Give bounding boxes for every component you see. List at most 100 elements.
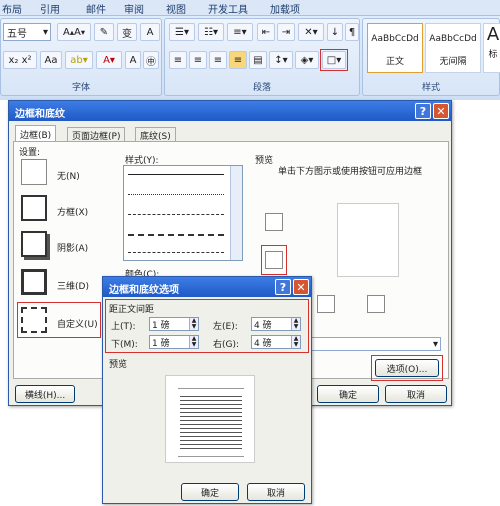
bullets-icon[interactable]: ☰▾ [169,23,195,41]
top-spinner[interactable]: 1 磅 ▲ ▼ [149,317,199,331]
style-dotted[interactable] [128,194,224,195]
multilevel-list-icon[interactable]: ≡▾ [227,23,253,41]
paragraph-group: ☰▾ ☷▾ ≡▾ ⇤ ⇥ ✕▾ ↓ ¶ ≡ ≡ ≡ ≡ ▤ ↕▾ ◈▾ □▾ 段… [164,18,360,96]
style-heading[interactable]: A 标 [483,23,500,73]
setting-none[interactable]: 无(N) [57,169,80,182]
preview-text-lines [180,396,242,452]
style-sample: AaBbCcDd [429,34,477,44]
style-sample: AaBbCcDd [371,34,419,44]
right-spinner[interactable]: 4 磅 ▲ ▼ [251,335,301,349]
style-normal[interactable]: AaBbCcDd 正文 [367,23,423,73]
right-border-icon[interactable] [367,295,385,313]
font-size-value: 五号 [7,28,27,40]
font-size-combo[interactable]: 五号 ▾ [3,23,51,41]
ribbon-tab-bar: 布局 引用 邮件 审阅 视图 开发工具 加载项 [0,0,500,16]
tab-view[interactable]: 视图 [166,1,186,16]
setting-none-icon[interactable] [21,159,47,185]
border-preview-page[interactable] [337,203,399,277]
setting-shadow[interactable]: 阴影(A) [57,241,88,254]
options-cancel-button[interactable]: 取消 [247,483,305,501]
char-border-icon[interactable]: A [140,23,160,41]
style-solid[interactable] [128,174,224,175]
setting-3d[interactable]: 三维(D) [57,279,89,292]
font-color-icon[interactable]: A▾ [96,51,122,69]
setting-box[interactable]: 方框(X) [57,205,88,218]
top-border-icon[interactable] [265,213,283,231]
style-no-spacing[interactable]: AaBbCcDd 无间隔 [425,23,481,73]
numbering-icon[interactable]: ☷▾ [198,23,224,41]
phonetic-icon[interactable]: 变 [117,23,137,41]
right-value: 4 磅 [254,338,272,349]
setting-shadow-icon[interactable] [21,231,47,257]
align-right-icon[interactable]: ≡ [209,51,227,69]
style-name: 正文 [385,57,404,67]
sort-icon[interactable]: ↓ [327,23,343,41]
bottom-value: 1 磅 [152,338,170,349]
clear-format-icon[interactable]: ✎ [94,23,114,41]
spin-arrows-icon[interactable]: ▲ ▼ [291,318,300,330]
options-ok-button[interactable]: 确定 [181,483,239,501]
chinese-layout-icon[interactable]: ✕▾ [298,23,324,41]
tab-references[interactable]: 引用 [40,1,60,16]
style-dashed[interactable] [128,214,224,215]
tab-developer[interactable]: 开发工具 [208,1,248,16]
left-value: 4 磅 [254,320,272,331]
bottom-spinner[interactable]: 1 磅 ▲ ▼ [149,335,199,349]
highlight-icon[interactable]: ab▾ [65,51,93,69]
help-icon[interactable]: ? [415,103,431,119]
tab-addins[interactable]: 加载项 [270,1,300,16]
dialog-title-text: 边框和底纹 [15,109,65,120]
left-border-icon[interactable] [317,295,335,313]
close-icon[interactable]: ✕ [433,103,449,119]
justify-icon[interactable]: ≡ [229,51,247,69]
apply-to-combo[interactable]: ▾ [311,337,441,351]
options-dialog-title-text: 边框和底纹选项 [109,285,179,296]
subscript-superscript-button[interactable]: x₂ x² [3,51,37,69]
show-marks-icon[interactable]: ¶ [345,23,359,41]
spin-arrows-icon[interactable]: ▲ ▼ [189,318,198,330]
enclose-char-icon[interactable]: ㊥ [143,51,159,69]
chevron-down-icon: ▾ [42,26,48,38]
preview-top-border [178,388,244,389]
close-icon[interactable]: ✕ [293,279,309,295]
right-label: 右(G): [213,340,240,350]
font-group: 五号 ▾ A ▴ A ▾ ✎ 变 A x₂ x² Aa ab▾ A▾ A ㊥ 字体 [0,18,162,96]
custom-highlight [17,302,101,338]
increase-indent-icon[interactable]: ⇥ [277,23,295,41]
spin-arrows-icon[interactable]: ▲ ▼ [189,336,198,348]
left-label: 左(E): [213,322,238,332]
line-style-list[interactable] [123,165,243,261]
left-spinner[interactable]: 4 磅 ▲ ▼ [251,317,301,331]
options-preview-page [165,375,255,463]
tab-layout[interactable]: 布局 [2,1,22,16]
cancel-button[interactable]: 取消 [385,385,447,403]
style-list-scrollbar[interactable] [230,166,242,260]
style-sample: A [486,24,500,45]
styles-group: AaBbCcDd 正文 AaBbCcDd 无间隔 A 标 样式 [362,18,500,96]
horizontal-line-button[interactable]: 横线(H)... [15,385,75,403]
grow-shrink-font-button[interactable]: A ▴ A ▾ [57,23,91,41]
bottom-border-highlight [261,245,287,275]
align-left-icon[interactable]: ≡ [169,51,187,69]
line-spacing-icon[interactable]: ↕▾ [269,51,293,69]
ok-button[interactable]: 确定 [317,385,379,403]
tab-review[interactable]: 审阅 [124,1,144,16]
setting-3d-icon[interactable] [21,269,47,295]
style-dash-dot[interactable] [128,252,224,253]
shading-icon[interactable]: ◈▾ [295,51,319,69]
decrease-indent-icon[interactable]: ⇤ [257,23,275,41]
preview-label: 预览 [255,156,274,166]
margin-label: 距正文间距 [109,305,155,315]
distribute-icon[interactable]: ▤ [249,51,267,69]
change-case-icon[interactable]: Aa [40,51,62,69]
preview-hint: 单击下方图示或使用按钮可应用边框 [277,167,422,177]
style-long-dash[interactable] [128,234,224,236]
char-shading-icon[interactable]: A [125,51,141,69]
chevron-down-icon: ▾ [432,338,438,350]
style-name: 无间隔 [439,57,467,67]
tab-mailings[interactable]: 邮件 [86,1,106,16]
align-center-icon[interactable]: ≡ [189,51,207,69]
spin-arrows-icon[interactable]: ▲ ▼ [291,336,300,348]
help-icon[interactable]: ? [275,279,291,295]
setting-box-icon[interactable] [21,195,47,221]
